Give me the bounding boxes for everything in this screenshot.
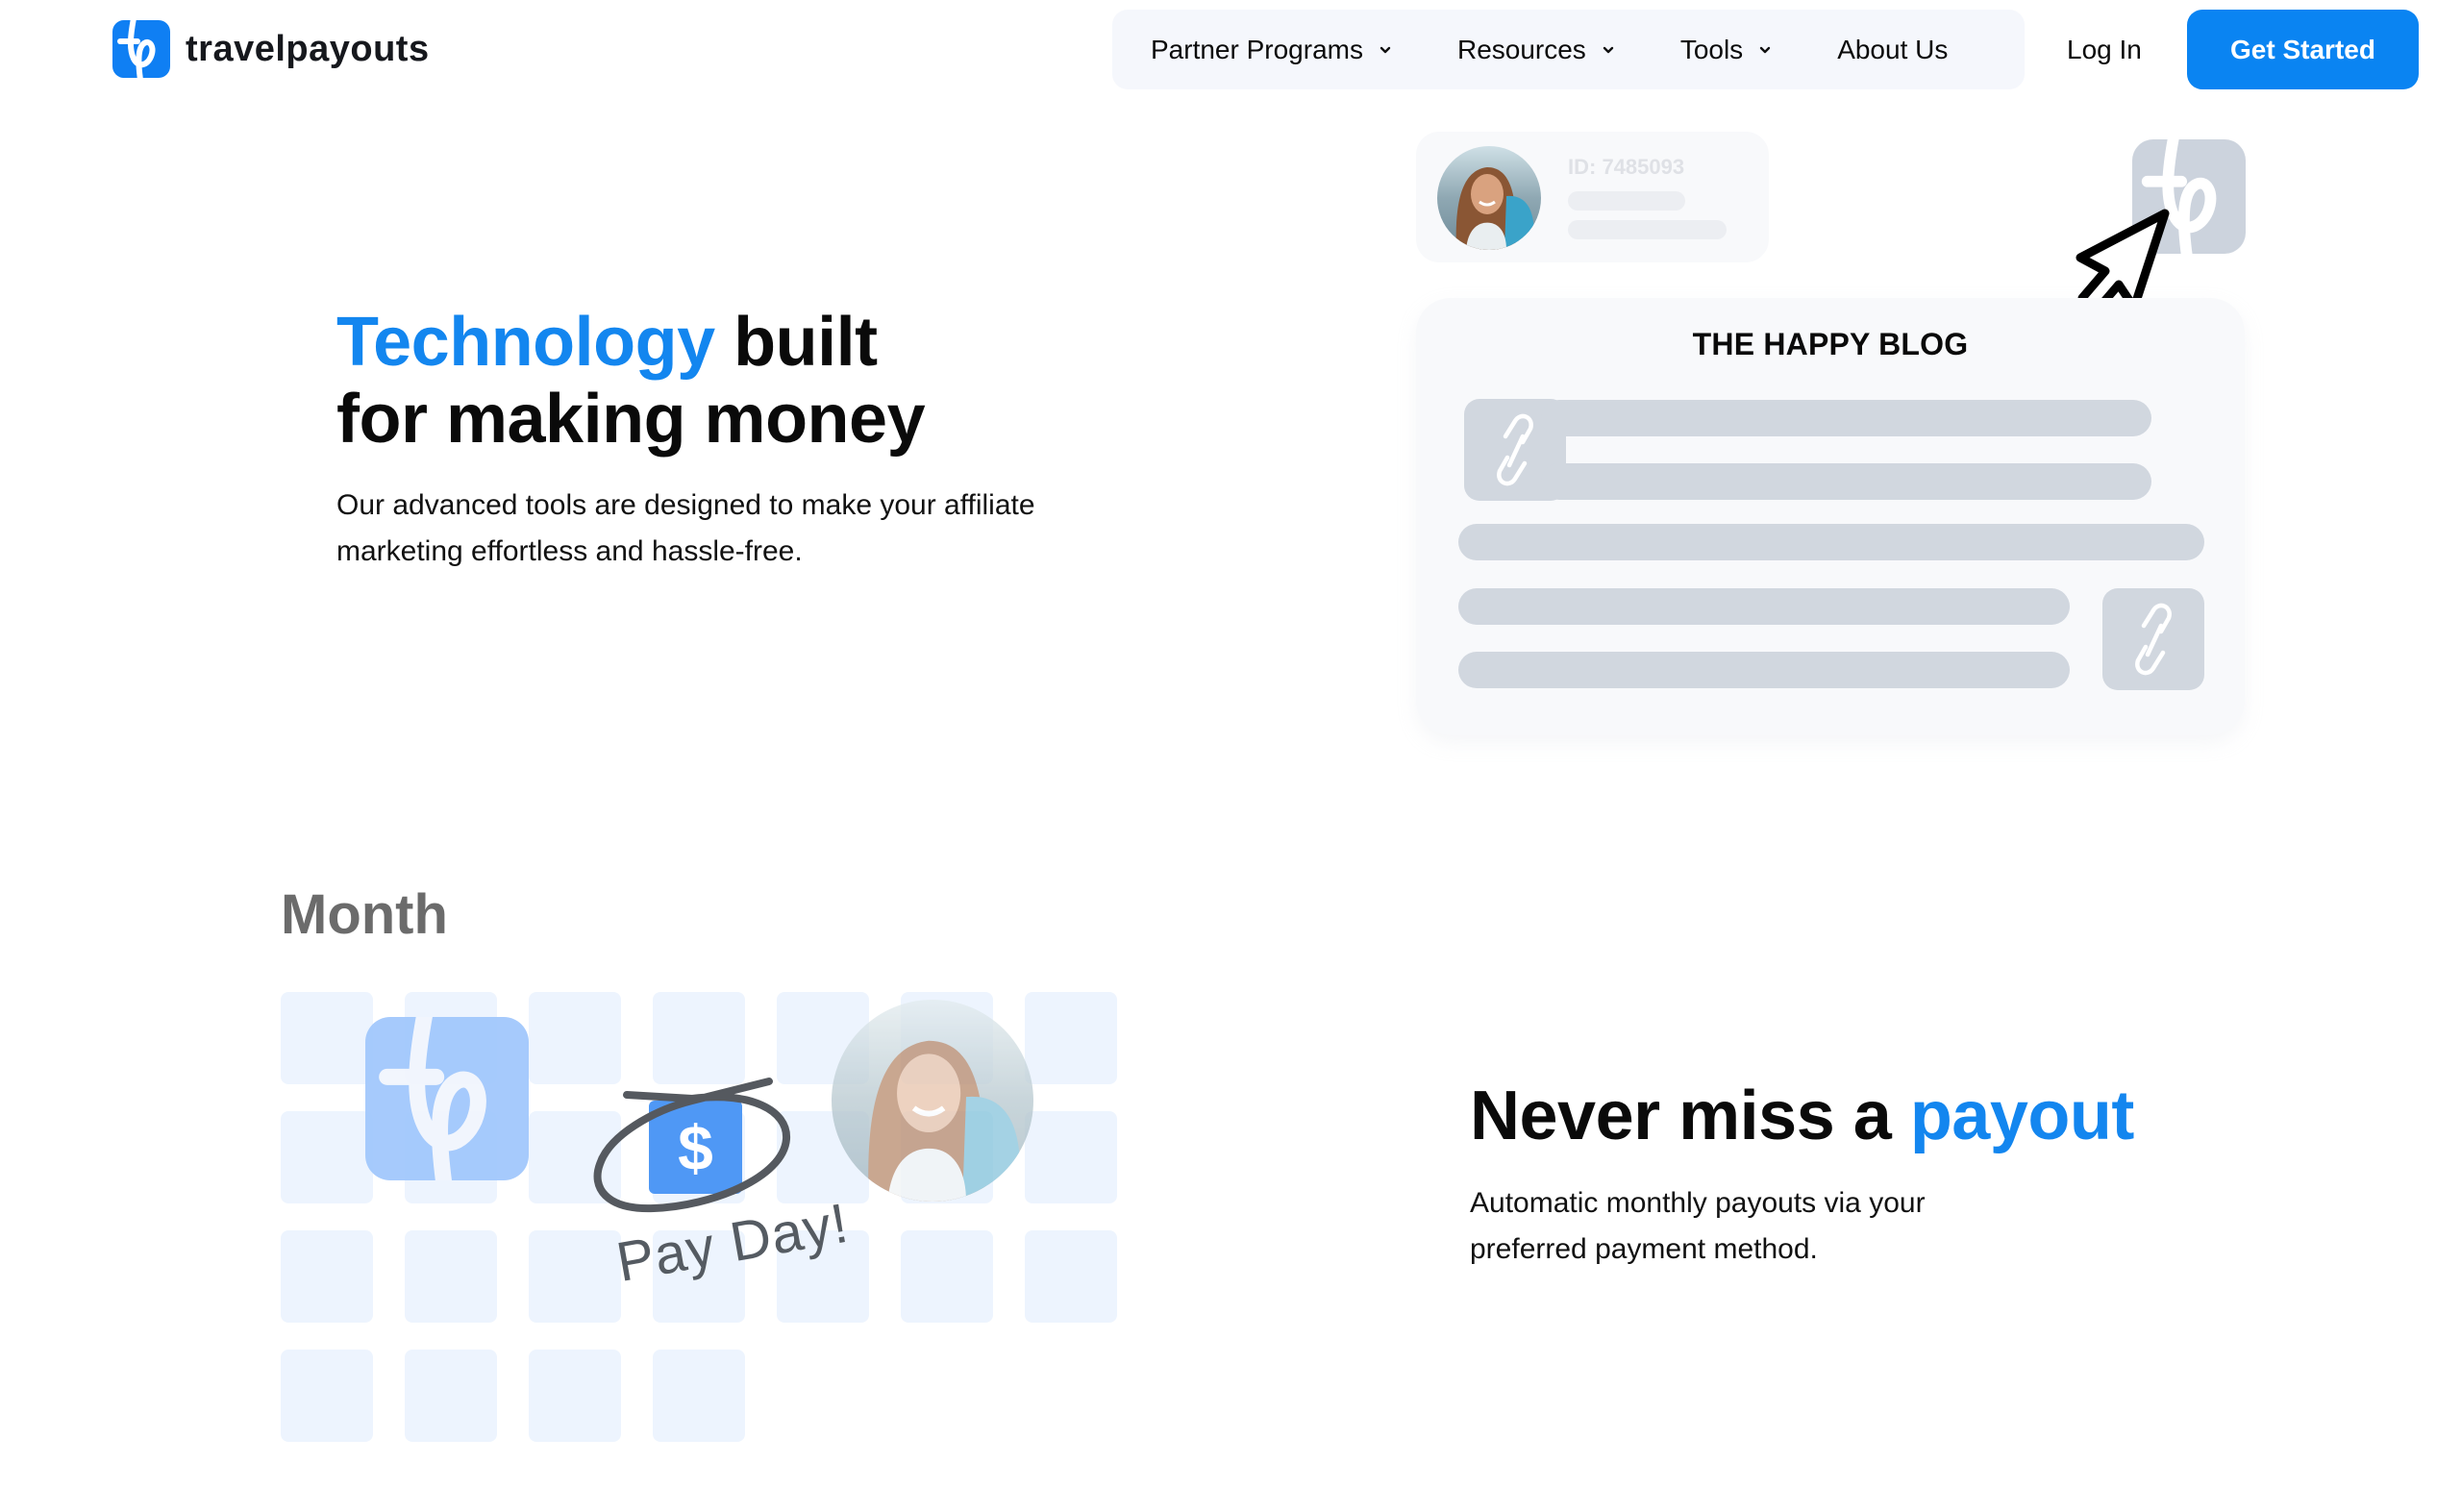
- get-started-button[interactable]: Get Started: [2187, 10, 2419, 89]
- logo-link[interactable]: travelpayouts: [112, 19, 430, 79]
- nav-label: Tools: [1679, 34, 1744, 64]
- calendar-day-cell: [405, 1230, 497, 1323]
- calendar-day-cell: [281, 1111, 373, 1203]
- calendar-day-cell: [529, 992, 621, 1084]
- payout-title: Never miss a payout: [1470, 1077, 2134, 1155]
- calendar-day-cell: [405, 1350, 497, 1442]
- nav-tools[interactable]: Tools: [1680, 35, 1772, 65]
- link-icon: [2135, 603, 2172, 676]
- calendar-day-cell: [1025, 1230, 1117, 1323]
- avatar-photo: [1437, 146, 1541, 250]
- nav-partner-programs[interactable]: Partner Programs: [1151, 35, 1392, 65]
- tp-logo-icon: [365, 1017, 529, 1180]
- calendar-day-cell: [281, 1230, 373, 1323]
- hero-title-line2: for making money: [336, 381, 926, 458]
- payout-title-plain: Never miss a: [1470, 1078, 1910, 1154]
- chevron-down-icon: [1380, 46, 1391, 53]
- chevron-down-icon: [1603, 46, 1614, 53]
- blog-title: THE HAPPY BLOG: [1692, 327, 1969, 361]
- nav-resources[interactable]: Resources: [1457, 35, 1615, 65]
- skeleton-bar: [1541, 463, 2151, 500]
- skeleton-line: [1568, 220, 1727, 239]
- login-link[interactable]: Log In: [2067, 10, 2142, 89]
- calendar-day-cell: [901, 1230, 993, 1323]
- skeleton-bar: [1458, 588, 2070, 625]
- calendar-day-cell: [1025, 1111, 1117, 1203]
- calendar-day-cell: [529, 1230, 621, 1323]
- skeleton-bar: [1541, 400, 2151, 436]
- link-tile: [2102, 588, 2204, 690]
- profile-id: ID: 7485093: [1568, 155, 1685, 179]
- hero-title-accent: Technology: [336, 304, 715, 381]
- hero-title-rest: built: [714, 304, 878, 381]
- nav-label: Resources: [1456, 34, 1586, 64]
- calendar-day-cell: [529, 1350, 621, 1442]
- nav-about-us[interactable]: About Us: [1837, 35, 1948, 65]
- tp-logo-icon: [112, 20, 170, 78]
- skeleton-line: [1568, 191, 1685, 211]
- blog-card: THE HAPPY BLOG: [1416, 298, 2245, 735]
- avatar-photo: [832, 1000, 1033, 1202]
- main-nav: Partner Programs Resources Tools About U…: [1112, 10, 2025, 89]
- skeleton-bar: [1458, 524, 2204, 560]
- profile-card: ID: 7485093: [1416, 132, 1769, 262]
- calendar-month-label: Month: [281, 883, 448, 946]
- skeleton-bar: [1458, 652, 2070, 688]
- calendar-day-cell: [1025, 992, 1117, 1084]
- hero-title: Technology built for making money: [336, 304, 926, 458]
- logo-text: travelpayouts: [186, 28, 430, 69]
- link-icon: [1497, 413, 1533, 486]
- nav-label: Partner Programs: [1151, 34, 1363, 64]
- calendar-day-cell: [653, 992, 745, 1084]
- chevron-down-icon: [1759, 46, 1771, 53]
- calendar-day-cell: [653, 1350, 745, 1442]
- calendar-day-cell: [281, 1350, 373, 1442]
- nav-label: About Us: [1837, 34, 1949, 64]
- hero-description: Our advanced tools are designed to make …: [336, 489, 1035, 567]
- calendar-day-cell: [281, 992, 373, 1084]
- payout-description: Automatic monthly payouts via your prefe…: [1470, 1187, 1926, 1265]
- payout-title-accent: payout: [1909, 1078, 2135, 1154]
